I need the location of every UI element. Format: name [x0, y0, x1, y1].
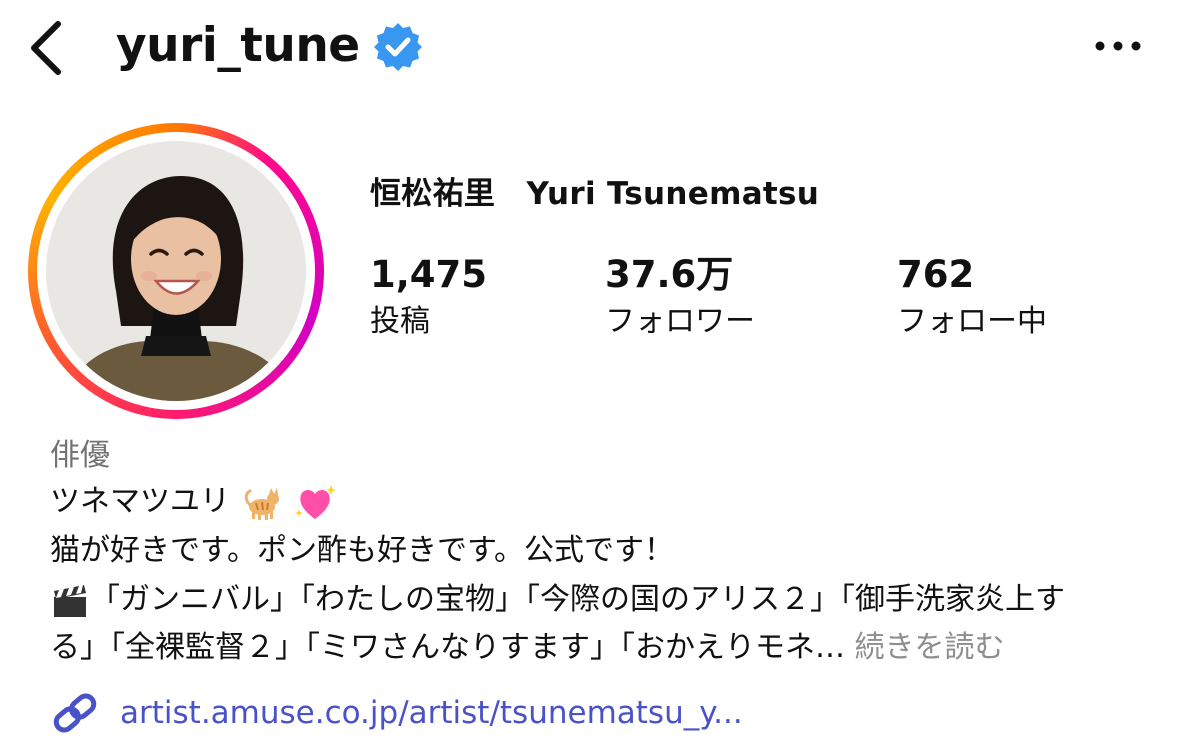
username-title: yuri_tune	[116, 18, 360, 73]
bio-line-4: る」「全裸監督２」「ミワさんなりすます」「おかえりモネ… 続きを読む	[50, 626, 1005, 670]
profile-header: yuri_tune	[0, 0, 1200, 100]
following-label: フォロー中	[897, 304, 1047, 339]
back-arrow-icon[interactable]	[22, 14, 74, 78]
following-stat[interactable]: 762 フォロー中	[897, 250, 1047, 344]
clapper-board-emoji-icon	[54, 584, 86, 617]
bio-line-3: 「ガンニバル」「わたしの宝物」「今際の国のアリス２」「御手洗家炎上す	[50, 578, 1065, 622]
cat-emoji-icon	[244, 487, 279, 520]
bio-line-1-text: ツネマツユリ	[50, 484, 230, 519]
bio-line-3-text: 「ガンニバル」「わたしの宝物」「今際の国のアリス２」「御手洗家炎上す	[90, 582, 1065, 617]
more-options-icon[interactable]	[1090, 28, 1146, 64]
posts-stat[interactable]: 1,475 投稿	[370, 250, 487, 344]
following-count: 762	[897, 253, 975, 296]
profile-full-name: 恒松祐里 Yuri Tsunematsu	[370, 176, 820, 212]
bio-line-1: ツネマツユリ	[50, 480, 337, 524]
posts-label: 投稿	[370, 304, 430, 339]
profile-category: 俳優	[50, 438, 110, 473]
profile-avatar[interactable]	[46, 141, 306, 401]
sparkling-heart-emoji-icon	[295, 484, 337, 519]
followers-label: フォロワー	[605, 304, 755, 339]
read-more-link[interactable]: 続きを読む	[855, 630, 1005, 665]
profile-link-text[interactable]: artist.amuse.co.jp/artist/tsunematsu_y..…	[120, 690, 743, 736]
link-icon	[53, 693, 97, 733]
followers-stat[interactable]: 37.6万 フォロワー	[605, 250, 755, 344]
bio-line-2: 猫が好きです。ポン酢も好きです。公式です！	[50, 533, 674, 568]
followers-count: 37.6万	[605, 253, 734, 296]
story-ring[interactable]	[28, 123, 324, 419]
bio-line-4-text: る」「全裸監督２」「ミワさんなりすます」「おかえりモネ…	[50, 630, 845, 665]
verified-badge-icon	[374, 23, 422, 71]
posts-count: 1,475	[370, 253, 488, 296]
